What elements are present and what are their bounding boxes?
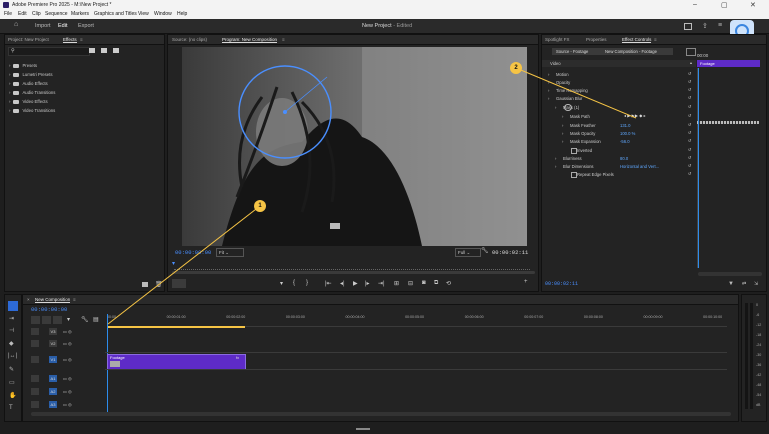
callout-lines [107, 67, 637, 325]
scroll-indicator [356, 428, 370, 430]
callout-1: 1 [254, 200, 266, 212]
callout-2: 2 [510, 62, 522, 74]
